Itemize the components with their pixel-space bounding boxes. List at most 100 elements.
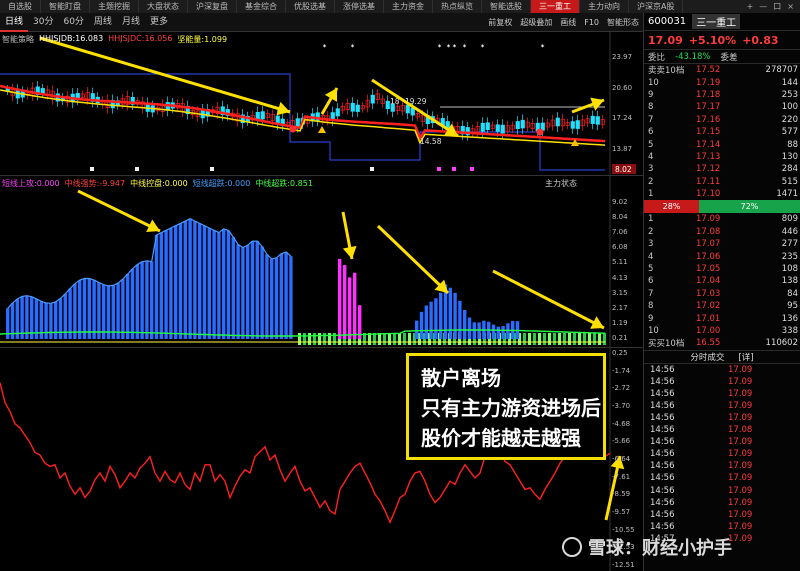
orderbook-row[interactable]: 9 17.01 136 bbox=[644, 312, 800, 324]
main-force-bar bbox=[54, 301, 58, 339]
orderbook-row[interactable]: 3 17.07 277 bbox=[644, 238, 800, 250]
orderbook-level: 5 bbox=[648, 264, 654, 275]
period-tab[interactable]: 周线 bbox=[89, 13, 117, 32]
top-tab[interactable]: 热点纵览 bbox=[433, 0, 482, 13]
orderbook-price: 17.16 bbox=[696, 114, 721, 125]
main-force-chart[interactable] bbox=[0, 176, 643, 348]
tick-list[interactable]: 14:56 17.09 14:56 17.09 14:56 17.09 14:56 17.09… bbox=[644, 364, 800, 545]
orderbook-level: 4 bbox=[648, 151, 654, 162]
orderbook-row[interactable]: 9 17.18 253 bbox=[644, 89, 800, 101]
period-tab[interactable]: 月线 bbox=[117, 13, 145, 32]
orderbook-level: 2 bbox=[648, 226, 654, 237]
tick-time: 14:56 bbox=[650, 461, 675, 472]
kline-panel[interactable]: 18 19.29 14.58 ✶ ✶ ✶ ✶ ✶ ✶ ✶ ✶ 8.02 智能策略 HHJSJDB:16.… bbox=[0, 32, 643, 175]
orderbook-row[interactable]: 5 17.05 108 bbox=[644, 263, 800, 275]
y-axis-label: 1.19 bbox=[612, 318, 628, 327]
top-tab[interactable]: 三一重工 bbox=[531, 0, 580, 13]
main-force-bar bbox=[496, 326, 500, 339]
orderbook-row[interactable]: 10 17.19 144 bbox=[644, 76, 800, 88]
orderbook-row[interactable]: 2 17.11 515 bbox=[644, 176, 800, 188]
top-tab[interactable]: 沪深复盘 bbox=[188, 0, 237, 13]
weibi-row: 委比 -43.18% 委差 bbox=[644, 50, 800, 64]
dip-bar bbox=[408, 333, 411, 345]
top-tab[interactable]: 智能选股 bbox=[482, 0, 531, 13]
kline-chart[interactable]: 18 19.2914.58✶ ✶ ✶ ✶ ✶ ✶ ✶ ✶8.02 bbox=[0, 32, 643, 175]
orderbook-level: 5 bbox=[648, 139, 654, 150]
orderbook-volume: 220 bbox=[781, 114, 798, 125]
stock-name[interactable]: 三一重工 bbox=[692, 14, 741, 29]
main-force-bar bbox=[265, 254, 269, 339]
tick-detail-link[interactable]: [详] bbox=[738, 351, 753, 363]
dip-bar bbox=[528, 333, 531, 345]
main-force-bar bbox=[174, 225, 178, 339]
main-force-panel[interactable]: 短线上攻:0.000 中线强势:-9.947 中线控盘:0.000 短线超跌:0.00… bbox=[0, 175, 643, 348]
watermark: 雪球：财经小护手 bbox=[562, 534, 732, 560]
tick-row: 14:56 17.09 bbox=[644, 436, 800, 448]
tick-price: 17.09 bbox=[728, 485, 753, 496]
orderbook-row[interactable]: 8 17.02 95 bbox=[644, 300, 800, 312]
orderbook-row[interactable]: 10 17.00 338 bbox=[644, 325, 800, 337]
toolbar-button[interactable]: F10 bbox=[580, 13, 603, 32]
orderbook-row[interactable]: 1 17.10 1471 bbox=[644, 188, 800, 200]
top-tab[interactable]: 大盘状态 bbox=[139, 0, 188, 13]
top-tab[interactable]: 主题挖掘 bbox=[90, 0, 139, 13]
orderbook-price: 17.06 bbox=[696, 251, 721, 262]
orderbook-row[interactable]: 6 17.15 577 bbox=[644, 126, 800, 138]
y-axis-label: -8.59 bbox=[612, 490, 631, 499]
period-tab[interactable]: 60分 bbox=[58, 13, 88, 32]
orderbook-row[interactable]: 5 17.14 88 bbox=[644, 138, 800, 150]
y-axis-label: 13.87 bbox=[612, 145, 633, 153]
candle bbox=[595, 116, 600, 125]
window-control-icon[interactable]: — bbox=[759, 2, 767, 11]
tick-time: 14:56 bbox=[650, 425, 675, 436]
tick-price: 17.09 bbox=[728, 364, 753, 375]
orderbook-row[interactable]: 2 17.08 446 bbox=[644, 226, 800, 238]
top-tab[interactable]: 基金综合 bbox=[237, 0, 286, 13]
orderbook-volume: 235 bbox=[781, 251, 798, 262]
buy-signal-icon bbox=[536, 128, 544, 136]
orderbook-row[interactable]: 7 17.16 220 bbox=[644, 114, 800, 126]
period-tab[interactable]: 30分 bbox=[28, 13, 58, 32]
y-axis-label: -9.57 bbox=[612, 508, 631, 516]
orderbook-row[interactable]: 7 17.03 84 bbox=[644, 288, 800, 300]
short-attack-bar bbox=[343, 265, 347, 339]
tick-time: 14:56 bbox=[650, 376, 675, 387]
orderbook-row[interactable]: 1 17.09 809 bbox=[644, 213, 800, 225]
y-axis-label: 2.17 bbox=[612, 303, 628, 312]
window-control-icon[interactable]: 口 bbox=[773, 1, 781, 12]
top-tab[interactable]: 自选股 bbox=[0, 0, 41, 13]
window-control-icon[interactable]: × bbox=[787, 2, 794, 11]
top-tab[interactable]: 沪深京A股 bbox=[629, 0, 684, 13]
orderbook-price: 17.02 bbox=[696, 301, 721, 312]
candle bbox=[485, 122, 490, 130]
candle bbox=[555, 117, 560, 127]
orderbook-row[interactable]: 4 17.06 235 bbox=[644, 250, 800, 262]
main-force-bar bbox=[217, 232, 221, 339]
orderbook-volume: 100 bbox=[781, 102, 798, 113]
period-tab[interactable]: 更多 bbox=[145, 13, 173, 32]
tick-time: 14:56 bbox=[650, 413, 675, 424]
orderbook-row[interactable]: 8 17.17 100 bbox=[644, 101, 800, 113]
orderbook-row[interactable]: 4 17.13 130 bbox=[644, 151, 800, 163]
main-force-bar bbox=[207, 228, 211, 339]
legend-item: 坚能量:1.099 bbox=[177, 35, 228, 44]
toolbar-button[interactable]: 画线 bbox=[556, 13, 580, 32]
annotation-line-3: 股价才能越走越强 bbox=[421, 426, 581, 450]
main-force-bar bbox=[164, 230, 168, 339]
candle bbox=[335, 108, 340, 117]
window-control-icon[interactable]: + bbox=[747, 2, 754, 11]
window-controls: + — 口 × bbox=[747, 0, 800, 13]
top-tab[interactable]: 主力动向 bbox=[580, 0, 629, 13]
period-tab[interactable]: 日线 bbox=[0, 13, 29, 32]
orderbook-row[interactable]: 3 17.12 284 bbox=[644, 163, 800, 175]
orderbook-row[interactable]: 6 17.04 138 bbox=[644, 275, 800, 287]
toolbar-button[interactable]: 前复权 bbox=[484, 13, 516, 32]
top-tab[interactable]: 涨停选基 bbox=[335, 0, 384, 13]
toolbar-button[interactable]: 超级叠加 bbox=[516, 13, 556, 32]
top-tab-bar: 自选股 智能盯盘 主题挖掘 大盘状态 沪深复盘 基金综合 优股选基 涨停选基 主力资金 热点纵览智… bbox=[0, 0, 800, 13]
top-tab[interactable]: 优股选基 bbox=[286, 0, 335, 13]
top-tab[interactable]: 主力资金 bbox=[384, 0, 433, 13]
toolbar-button[interactable]: 智能形态 bbox=[603, 13, 643, 32]
main-force-bar bbox=[506, 323, 510, 339]
top-tab[interactable]: 智能盯盘 bbox=[41, 0, 90, 13]
